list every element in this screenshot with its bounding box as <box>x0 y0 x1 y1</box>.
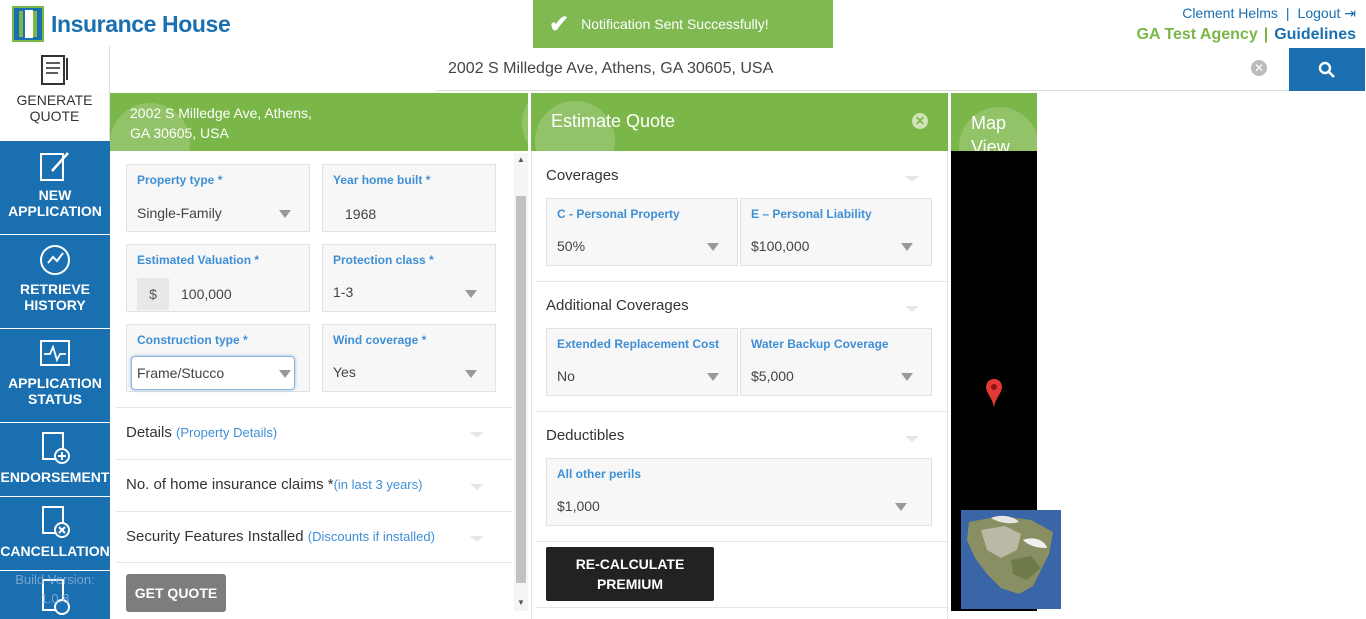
details-section[interactable]: Details (Property Details) <box>116 407 512 459</box>
personal-property-field[interactable]: C - Personal Property 50% <box>546 198 738 266</box>
chevron-down-icon <box>895 503 907 511</box>
quote-doc-icon <box>40 55 68 85</box>
chevron-down-icon <box>470 484 484 490</box>
build-version: Build Version: 1.0.8 <box>15 572 95 606</box>
address-line-1: 2002 S Milledge Ave, Athens, <box>130 105 312 121</box>
chevron-down-icon <box>470 536 484 542</box>
logout-icon: ⇥ <box>1344 5 1356 21</box>
agency-name: GA Test Agency <box>1136 26 1258 43</box>
property-address-header: 2002 S Milledge Ave, Athens, GA 30605, U… <box>110 93 528 151</box>
nav-endorsement[interactable]: ENDORSEMENT <box>0 423 110 497</box>
search-icon <box>1318 61 1335 78</box>
get-quote-button[interactable]: GET QUOTE <box>126 574 226 612</box>
nav-application-status[interactable]: APPLICATION STATUS <box>0 329 110 423</box>
divider <box>536 607 948 608</box>
address-search-input[interactable]: 2002 S Milledge Ave, Athens, GA 30605, U… <box>436 48 1289 91</box>
chevron-down-icon <box>465 290 477 298</box>
close-icon[interactable]: ✕ <box>912 113 928 129</box>
pulse-monitor-icon <box>40 340 70 366</box>
scrollbar-thumb[interactable] <box>516 196 526 583</box>
nav-generate-quote[interactable]: GENERATE QUOTE <box>0 46 110 141</box>
brand-name: Insurance House <box>51 10 231 37</box>
nav-label: NEW <box>38 187 72 203</box>
guidelines-link[interactable]: Guidelines <box>1274 26 1356 43</box>
nav-label: GENERATE <box>16 92 93 108</box>
personal-liability-field[interactable]: E – Personal Liability $100,000 <box>740 198 932 266</box>
logout-link[interactable]: Logout ⇥ <box>1298 5 1356 21</box>
divider <box>536 411 948 412</box>
nav-label: CANCELLATION <box>0 543 110 559</box>
chevron-down-icon <box>901 243 913 251</box>
nav-label: HISTORY <box>24 297 86 313</box>
chevron-down-icon <box>707 373 719 381</box>
chevron-down-icon <box>901 373 913 381</box>
chevron-down-icon <box>470 432 484 438</box>
chevron-down-icon <box>279 370 291 378</box>
estimated-valuation-field[interactable]: Estimated Valuation * $ 100,000 <box>126 244 310 312</box>
estimate-quote-header: Estimate Quote ✕ <box>531 93 948 151</box>
chevron-down-icon <box>905 306 919 312</box>
year-built-field[interactable]: Year home built * 1968 <box>322 164 496 232</box>
clock-history-icon <box>40 245 70 275</box>
scroll-up-icon[interactable]: ▲ <box>514 155 528 165</box>
nav-label: QUOTE <box>29 108 80 124</box>
map-pin-icon[interactable] <box>985 378 1003 410</box>
additional-coverages-title: Additional Coverages <box>546 297 689 314</box>
clear-icon[interactable]: ✕ <box>1251 60 1267 76</box>
chevron-down-icon <box>905 176 919 182</box>
nav-cancellation[interactable]: CANCELLATION <box>0 497 110 571</box>
side-nav: GENERATE QUOTE NEW APPLICATION RETRIEVE … <box>0 46 110 619</box>
protection-class-field[interactable]: Protection class * 1-3 <box>322 244 496 312</box>
chevron-down-icon <box>905 436 919 442</box>
divider <box>536 541 948 542</box>
coverages-title: Coverages <box>546 167 619 184</box>
search-button[interactable] <box>1289 48 1365 91</box>
wind-coverage-field[interactable]: Wind coverage * Yes <box>322 324 496 392</box>
brand-logo[interactable]: Insurance House <box>12 6 231 42</box>
satellite-toggle[interactable] <box>961 510 1061 609</box>
logo-mark-icon <box>12 6 44 42</box>
user-name-link[interactable]: Clement Helms <box>1182 5 1278 21</box>
property-type-field[interactable]: Property type * Single-Family <box>126 164 310 232</box>
nav-label: APPLICATION <box>8 375 102 391</box>
water-backup-field[interactable]: Water Backup Coverage $5,000 <box>740 328 932 396</box>
currency-addon: $ <box>137 278 169 310</box>
notification-toast: ✔ Notification Sent Successfully! <box>533 0 833 48</box>
nav-new-application[interactable]: NEW APPLICATION <box>0 141 110 235</box>
chevron-down-icon <box>465 370 477 378</box>
scroll-down-icon[interactable]: ▼ <box>514 598 528 608</box>
user-box: Clement Helms | Logout ⇥ GA Test Agency | Gu… <box>1136 5 1357 43</box>
chevron-down-icon <box>279 210 291 218</box>
nav-retrieve-history[interactable]: RETRIEVE HISTORY <box>0 235 110 329</box>
construction-type-field[interactable]: Construction type * Frame/Stucco <box>126 324 310 392</box>
recalculate-premium-button[interactable]: RE-CALCULATE PREMIUM <box>546 547 714 601</box>
address-line-2: GA 30605, USA <box>130 125 229 141</box>
satellite-thumbnail-icon <box>961 510 1061 609</box>
pencil-doc-icon <box>40 152 69 181</box>
other-perils-field[interactable]: All other perils $1,000 <box>546 458 932 526</box>
claims-section[interactable]: No. of home insurance claims *(in last 3… <box>116 459 512 511</box>
checkmark-icon: ✔ <box>549 10 570 38</box>
nav-label: ENDORSEMENT <box>0 469 110 485</box>
extended-replacement-field[interactable]: Extended Replacement Cost No <box>546 328 738 396</box>
nav-label: STATUS <box>28 391 82 407</box>
estimate-title: Estimate Quote <box>551 111 676 131</box>
chevron-down-icon <box>707 243 719 251</box>
doc-plus-icon <box>42 432 70 464</box>
address-text: 2002 S Milledge Ave, Athens, GA 30605, U… <box>448 60 774 77</box>
nav-label: RETRIEVE <box>19 281 90 297</box>
nav-label: APPLICATION <box>8 203 102 219</box>
security-features-section[interactable]: Security Features Installed (Discounts i… <box>116 511 512 563</box>
map-view-header: Map View <box>951 93 1037 151</box>
divider <box>536 281 948 282</box>
deductibles-title: Deductibles <box>546 427 625 444</box>
toast-message: Notification Sent Successfully! <box>581 16 769 32</box>
doc-x-icon <box>42 506 70 538</box>
